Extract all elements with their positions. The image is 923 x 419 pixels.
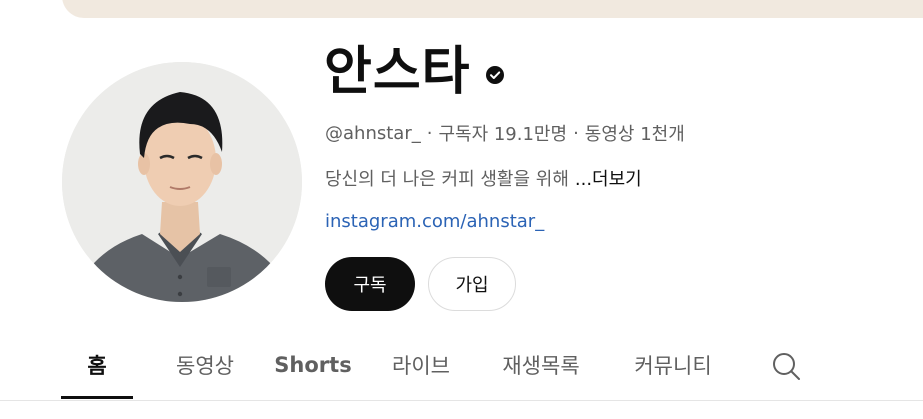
tab-live[interactable]: 라이브 (380, 330, 462, 400)
verified-check-icon (485, 66, 504, 84)
tab-playlists[interactable]: 재생목록 (488, 330, 594, 400)
avatar-image (62, 62, 302, 302)
video-count: 동영상 1천개 (584, 124, 685, 145)
tab-videos[interactable]: 동영상 (164, 330, 246, 400)
subscribe-button[interactable]: 구독 (325, 257, 415, 311)
meta-separator: · (426, 122, 433, 144)
tab-shorts[interactable]: Shorts (272, 330, 354, 400)
channel-handle: @ahnstar_ (325, 122, 421, 144)
meta-separator: · (573, 122, 579, 144)
subscriber-count: 구독자 19.1만명 (438, 124, 568, 145)
channel-name: 안스타 (324, 42, 471, 102)
channel-banner (62, 0, 923, 18)
channel-link[interactable]: instagram.com/ahnstar_ (325, 211, 544, 232)
channel-tabs: 홈 동영상 Shorts 라이브 재생목록 커뮤니티 (0, 330, 923, 400)
tab-community[interactable]: 커뮤니티 (618, 330, 728, 400)
channel-title-row: 안스타 (324, 40, 505, 104)
avatar[interactable] (62, 62, 302, 302)
channel-description[interactable]: 당신의 더 나은 커피 생활을 위해 ...더보기 (325, 165, 642, 191)
tab-home[interactable]: 홈 (61, 330, 133, 400)
channel-page: 안스타 @ahnstar_ · 구독자 19.1만명 · 동영상 1천개 당신의… (0, 0, 923, 419)
channel-meta: @ahnstar_ · 구독자 19.1만명 · 동영상 1천개 (325, 120, 685, 146)
more-link[interactable]: ...더보기 (575, 169, 642, 190)
description-text: 당신의 더 나은 커피 생활을 위해 (325, 169, 569, 190)
active-tab-indicator (61, 396, 133, 399)
join-button[interactable]: 가입 (428, 257, 516, 311)
search-icon[interactable] (770, 350, 802, 382)
tabs-divider (0, 400, 923, 401)
